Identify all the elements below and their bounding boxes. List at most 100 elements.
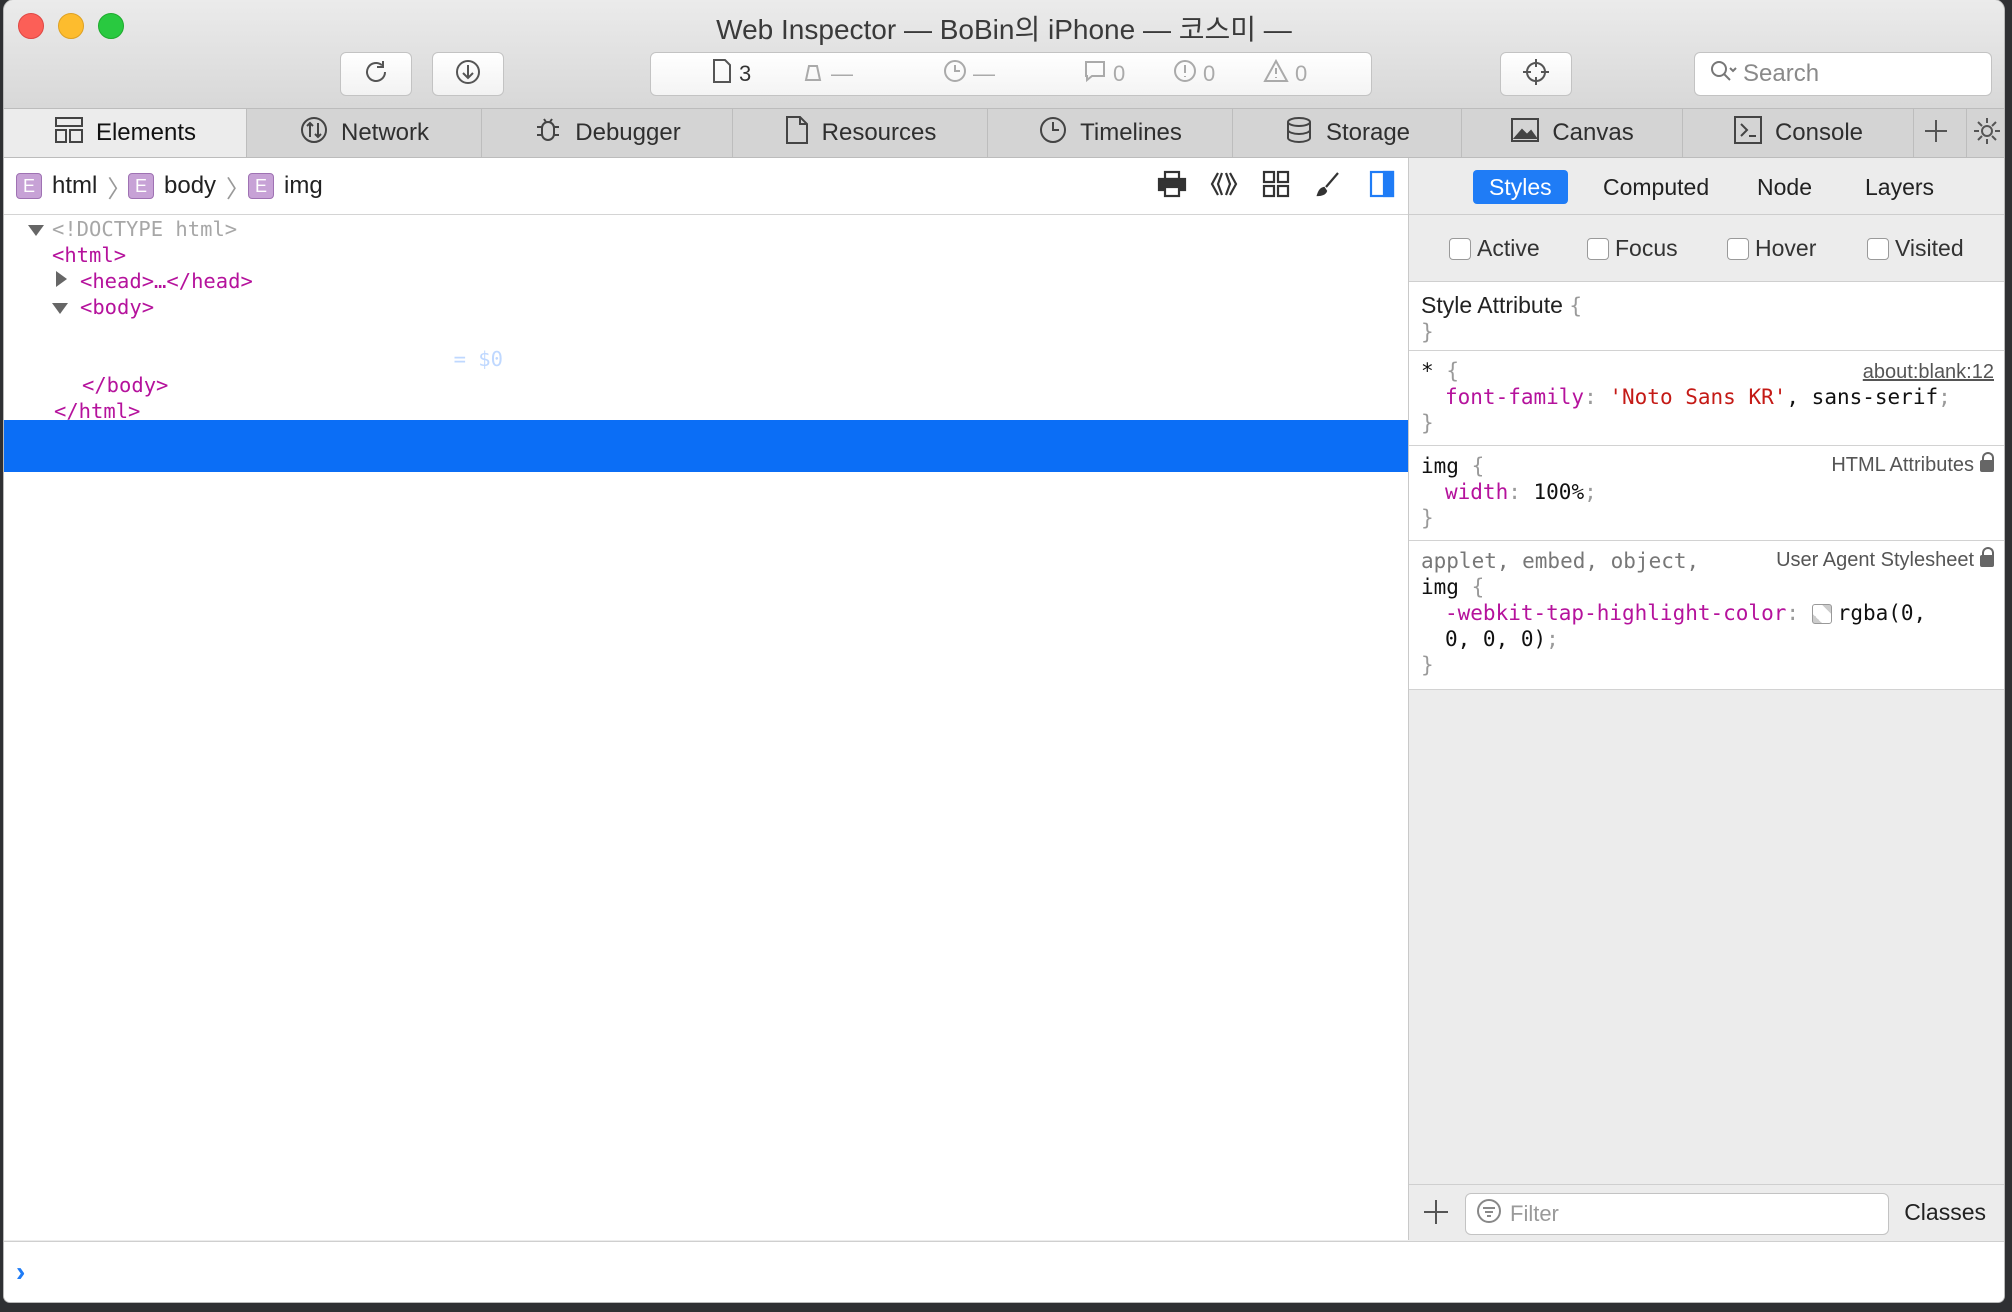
css-declaration[interactable]: font-family: 'Noto Sans KR', sans-serif; [1445,385,1951,409]
activity-status-bar[interactable]: 3 — — 0 0 0 [650,52,1372,96]
search-input[interactable]: Search [1694,52,1992,96]
weight-icon [801,59,831,89]
img-node-line2[interactable]: "settlement account image"> = $0 [108,346,503,372]
tab-computed[interactable]: Computed [1587,170,1725,204]
load-size: — [801,53,853,95]
tab-debugger[interactable]: Debugger [482,109,733,157]
disclosure-open-icon[interactable] [52,303,68,314]
new-tab-button[interactable] [1916,109,1956,157]
lock-icon [1980,546,1994,567]
gear-icon [1972,116,2002,151]
tab-network[interactable]: Network [247,109,482,157]
checkbox-icon [1867,237,1889,260]
download-button[interactable] [432,52,504,96]
message-icon [1083,59,1113,89]
tab-resources[interactable]: Resources [733,109,988,157]
tab-console[interactable]: Console [1683,109,1914,157]
tab-node[interactable]: Node [1741,170,1828,204]
tab-storage[interactable]: Storage [1233,109,1462,157]
print-styles-button[interactable] [1154,168,1190,204]
disclosure-closed-icon[interactable] [56,271,67,287]
rule-origin: HTML Attributes [1831,451,1994,477]
shadow-dom-button[interactable] [1206,168,1242,204]
code-brackets-icon [1209,170,1239,203]
css-rule-user-agent[interactable]: applet, embed, object, User Agent Styles… [1409,541,2004,690]
console-prompt-bar[interactable]: › [4,1241,2004,1302]
breadcrumb-html[interactable]: E html 〉 [16,170,131,203]
web-inspector-window: Web Inspector — BoBin의 iPhone — 코스미 — 3 … [4,0,2004,1302]
html-node[interactable]: <html> [52,242,126,268]
settings-button[interactable] [1966,109,2004,157]
filter-input[interactable]: Filter [1465,1193,1889,1235]
color-swatch-icon[interactable] [1811,604,1832,624]
breadcrumb-body[interactable]: E body 〉 [128,170,251,203]
tab-elements[interactable]: Elements [4,109,247,157]
new-rule-button[interactable] [1421,1197,1451,1232]
rule-title: Style Attribute [1421,292,1563,318]
timelines-icon [1038,115,1080,152]
chevron-right-icon: 〉 [226,175,251,203]
checkbox-visited[interactable]: Visited [1867,235,1964,262]
element-badge-icon: E [128,173,154,199]
style-attribute-rule[interactable]: Style Attribute { } [1409,282,2004,351]
tab-canvas[interactable]: Canvas [1462,109,1683,157]
checkbox-icon [1449,237,1471,260]
classes-button[interactable]: Classes [1904,1199,1986,1226]
filter-icon [1466,1198,1510,1230]
error-count: 0 [1173,53,1215,95]
css-rule-universal[interactable]: * { about:blank:12 font-family: 'Noto Sa… [1409,351,2004,446]
checkbox-icon [1587,237,1609,260]
selected-node-highlight[interactable] [4,420,1408,472]
css-declaration[interactable]: width: 100%; [1445,480,1597,504]
error-icon [1173,59,1203,89]
prompt-chevron-icon: › [16,1256,26,1287]
img-node-line1[interactable]: <img classname="img" width="100%" src="h… [108,320,1231,346]
breadcrumb-img[interactable]: E img [248,170,323,202]
network-icon [299,115,341,152]
body-close-node[interactable]: </body> [82,372,168,398]
checkbox-focus[interactable]: Focus [1587,235,1678,262]
console-icon [1733,115,1775,152]
plus-icon [1923,118,1949,149]
html-close-node[interactable]: </html> [54,398,140,424]
grid-icon [1262,170,1290,203]
checkbox-hover[interactable]: Hover [1727,235,1816,262]
doctype-node[interactable]: <!DOCTYPE html> [52,216,237,242]
elements-icon [54,116,96,151]
details-sidebar: Styles Computed Node Layers Active Focus… [1409,158,2004,1241]
breadcrumb: E html 〉 E body 〉 E img [4,158,1408,215]
tab-bar: Elements Network Debugger Resources Time… [4,108,2004,158]
toggle-sidebar-button[interactable] [1364,168,1400,204]
node-reference: = $0 [441,347,503,371]
checkbox-icon [1727,237,1749,260]
css-declaration[interactable]: -webkit-tap-highlight-color: rgba(0, [1445,601,1926,625]
tab-timelines[interactable]: Timelines [988,109,1233,157]
reload-button[interactable] [340,52,412,96]
element-picker-button[interactable] [1500,52,1572,96]
rule-source-link[interactable]: about:blank:12 [1863,361,1994,384]
head-node[interactable]: <head>…</head> [80,268,253,294]
debugger-icon [533,115,575,152]
download-icon [453,57,483,92]
rule-selector: applet, embed, object, [1421,549,1700,573]
clock-icon [943,59,973,89]
body-node[interactable]: <body> [80,294,154,320]
load-duration: — [943,53,995,95]
tab-layers[interactable]: Layers [1849,170,1950,204]
paint-flashing-button[interactable] [1310,168,1346,204]
checkbox-active[interactable]: Active [1449,235,1540,262]
log-count: 0 [1083,53,1125,95]
rule-origin: User Agent Stylesheet [1776,546,1994,572]
disclosure-open-icon[interactable] [28,225,44,236]
css-rule-img[interactable]: img { HTML Attributes width: 100%; } [1409,446,2004,541]
canvas-icon [1510,116,1552,151]
document-icon [711,58,739,90]
tab-styles[interactable]: Styles [1473,170,1568,204]
sidebar-nav: Styles Computed Node Layers [1409,158,2004,215]
printer-icon [1157,170,1187,203]
toolbar: Web Inspector — BoBin의 iPhone — 코스미 — 3 … [4,0,2004,118]
dom-tree-panel: E html 〉 E body 〉 E img <!DOCTYPE html> … [4,158,1409,1240]
element-badge-icon: E [16,173,42,199]
layout-grid-button[interactable] [1258,168,1294,204]
window-title: Web Inspector — BoBin의 iPhone — 코스미 — [716,14,1292,45]
